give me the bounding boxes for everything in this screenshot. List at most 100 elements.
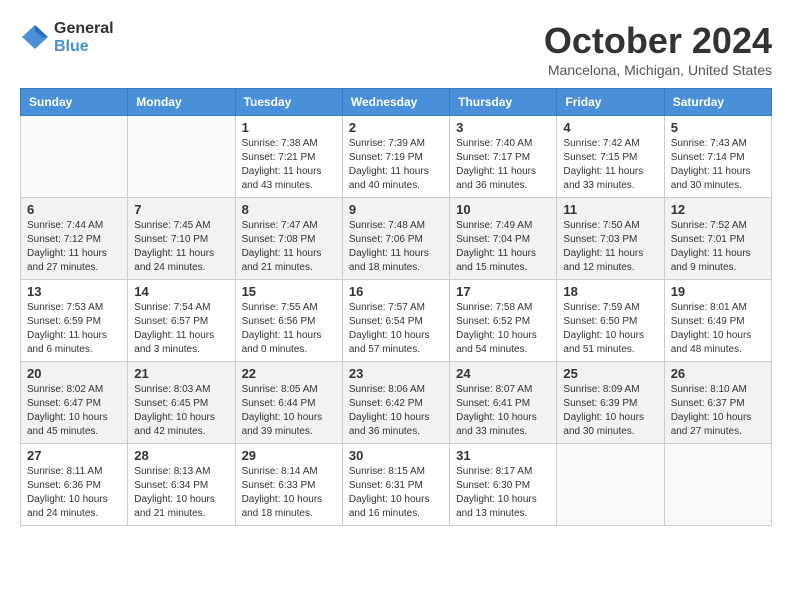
day-cell-26: 26 Sunrise: 8:10 AM Sunset: 6:37 PM Dayl… bbox=[664, 362, 771, 444]
day-info: Sunrise: 7:50 AM Sunset: 7:03 PM Dayligh… bbox=[563, 219, 657, 275]
sunrise-label: Sunrise: 7:58 AM bbox=[456, 302, 532, 313]
empty-cell bbox=[664, 444, 771, 526]
day-cell-17: 17 Sunrise: 7:58 AM Sunset: 6:52 PM Dayl… bbox=[450, 280, 557, 362]
day-number: 20 bbox=[27, 366, 121, 381]
daylight-label: Daylight: 10 hours and 27 minutes. bbox=[671, 412, 752, 437]
sunset-label: Sunset: 7:04 PM bbox=[456, 234, 530, 245]
day-cell-4: 4 Sunrise: 7:42 AM Sunset: 7:15 PM Dayli… bbox=[557, 116, 664, 198]
day-cell-11: 11 Sunrise: 7:50 AM Sunset: 7:03 PM Dayl… bbox=[557, 198, 664, 280]
sunrise-label: Sunrise: 8:13 AM bbox=[134, 466, 210, 477]
day-info: Sunrise: 8:03 AM Sunset: 6:45 PM Dayligh… bbox=[134, 383, 228, 439]
sunset-label: Sunset: 6:30 PM bbox=[456, 480, 530, 491]
daylight-label: Daylight: 10 hours and 24 minutes. bbox=[27, 494, 108, 519]
day-info: Sunrise: 8:11 AM Sunset: 6:36 PM Dayligh… bbox=[27, 465, 121, 521]
sunset-label: Sunset: 6:37 PM bbox=[671, 398, 745, 409]
day-info: Sunrise: 8:05 AM Sunset: 6:44 PM Dayligh… bbox=[242, 383, 336, 439]
day-number: 21 bbox=[134, 366, 228, 381]
sunrise-label: Sunrise: 8:17 AM bbox=[456, 466, 532, 477]
day-number: 24 bbox=[456, 366, 550, 381]
daylight-label: Daylight: 10 hours and 57 minutes. bbox=[349, 330, 430, 355]
day-cell-5: 5 Sunrise: 7:43 AM Sunset: 7:14 PM Dayli… bbox=[664, 116, 771, 198]
day-number: 19 bbox=[671, 284, 765, 299]
sunset-label: Sunset: 6:34 PM bbox=[134, 480, 208, 491]
day-number: 12 bbox=[671, 202, 765, 217]
daylight-label: Daylight: 11 hours and 30 minutes. bbox=[671, 166, 751, 191]
day-info: Sunrise: 7:44 AM Sunset: 7:12 PM Dayligh… bbox=[27, 219, 121, 275]
daylight-label: Daylight: 10 hours and 45 minutes. bbox=[27, 412, 108, 437]
day-number: 3 bbox=[456, 120, 550, 135]
daylight-label: Daylight: 11 hours and 27 minutes. bbox=[27, 248, 107, 273]
sunrise-label: Sunrise: 8:06 AM bbox=[349, 384, 425, 395]
sunset-label: Sunset: 7:06 PM bbox=[349, 234, 423, 245]
sunrise-label: Sunrise: 7:44 AM bbox=[27, 220, 103, 231]
daylight-label: Daylight: 11 hours and 36 minutes. bbox=[456, 166, 536, 191]
sunrise-label: Sunrise: 8:02 AM bbox=[27, 384, 103, 395]
sunset-label: Sunset: 6:36 PM bbox=[27, 480, 101, 491]
day-number: 10 bbox=[456, 202, 550, 217]
day-cell-24: 24 Sunrise: 8:07 AM Sunset: 6:41 PM Dayl… bbox=[450, 362, 557, 444]
sunrise-label: Sunrise: 7:39 AM bbox=[349, 138, 425, 149]
daylight-label: Daylight: 10 hours and 39 minutes. bbox=[242, 412, 323, 437]
sunrise-label: Sunrise: 7:52 AM bbox=[671, 220, 747, 231]
logo: General Blue bbox=[20, 20, 114, 55]
calendar-week-row: 6 Sunrise: 7:44 AM Sunset: 7:12 PM Dayli… bbox=[21, 198, 772, 280]
day-number: 13 bbox=[27, 284, 121, 299]
sunrise-label: Sunrise: 7:55 AM bbox=[242, 302, 318, 313]
empty-cell bbox=[128, 116, 235, 198]
sunset-label: Sunset: 6:39 PM bbox=[563, 398, 637, 409]
day-cell-6: 6 Sunrise: 7:44 AM Sunset: 7:12 PM Dayli… bbox=[21, 198, 128, 280]
empty-cell bbox=[21, 116, 128, 198]
day-info: Sunrise: 8:07 AM Sunset: 6:41 PM Dayligh… bbox=[456, 383, 550, 439]
sunrise-label: Sunrise: 7:43 AM bbox=[671, 138, 747, 149]
sunset-label: Sunset: 6:54 PM bbox=[349, 316, 423, 327]
day-info: Sunrise: 8:13 AM Sunset: 6:34 PM Dayligh… bbox=[134, 465, 228, 521]
location: Mancelona, Michigan, United States bbox=[544, 62, 772, 78]
daylight-label: Daylight: 11 hours and 3 minutes. bbox=[134, 330, 214, 355]
sunset-label: Sunset: 6:59 PM bbox=[27, 316, 101, 327]
day-cell-20: 20 Sunrise: 8:02 AM Sunset: 6:47 PM Dayl… bbox=[21, 362, 128, 444]
calendar-week-row: 20 Sunrise: 8:02 AM Sunset: 6:47 PM Dayl… bbox=[21, 362, 772, 444]
daylight-label: Daylight: 11 hours and 18 minutes. bbox=[349, 248, 429, 273]
daylight-label: Daylight: 10 hours and 16 minutes. bbox=[349, 494, 430, 519]
sunrise-label: Sunrise: 8:10 AM bbox=[671, 384, 747, 395]
sunrise-label: Sunrise: 7:59 AM bbox=[563, 302, 639, 313]
sunset-label: Sunset: 6:33 PM bbox=[242, 480, 316, 491]
day-cell-22: 22 Sunrise: 8:05 AM Sunset: 6:44 PM Dayl… bbox=[235, 362, 342, 444]
daylight-label: Daylight: 10 hours and 18 minutes. bbox=[242, 494, 323, 519]
day-header-saturday: Saturday bbox=[664, 89, 771, 116]
daylight-label: Daylight: 10 hours and 51 minutes. bbox=[563, 330, 644, 355]
day-info: Sunrise: 7:47 AM Sunset: 7:08 PM Dayligh… bbox=[242, 219, 336, 275]
day-cell-1: 1 Sunrise: 7:38 AM Sunset: 7:21 PM Dayli… bbox=[235, 116, 342, 198]
day-number: 6 bbox=[27, 202, 121, 217]
day-cell-27: 27 Sunrise: 8:11 AM Sunset: 6:36 PM Dayl… bbox=[21, 444, 128, 526]
day-cell-29: 29 Sunrise: 8:14 AM Sunset: 6:33 PM Dayl… bbox=[235, 444, 342, 526]
day-cell-21: 21 Sunrise: 8:03 AM Sunset: 6:45 PM Dayl… bbox=[128, 362, 235, 444]
day-info: Sunrise: 7:39 AM Sunset: 7:19 PM Dayligh… bbox=[349, 137, 443, 193]
day-info: Sunrise: 7:38 AM Sunset: 7:21 PM Dayligh… bbox=[242, 137, 336, 193]
sunset-label: Sunset: 6:44 PM bbox=[242, 398, 316, 409]
calendar-week-row: 13 Sunrise: 7:53 AM Sunset: 6:59 PM Dayl… bbox=[21, 280, 772, 362]
day-number: 8 bbox=[242, 202, 336, 217]
sunrise-label: Sunrise: 7:48 AM bbox=[349, 220, 425, 231]
daylight-label: Daylight: 11 hours and 24 minutes. bbox=[134, 248, 214, 273]
daylight-label: Daylight: 11 hours and 21 minutes. bbox=[242, 248, 322, 273]
day-cell-10: 10 Sunrise: 7:49 AM Sunset: 7:04 PM Dayl… bbox=[450, 198, 557, 280]
day-info: Sunrise: 8:02 AM Sunset: 6:47 PM Dayligh… bbox=[27, 383, 121, 439]
title-area: October 2024 Mancelona, Michigan, United… bbox=[544, 20, 772, 78]
day-number: 15 bbox=[242, 284, 336, 299]
day-cell-8: 8 Sunrise: 7:47 AM Sunset: 7:08 PM Dayli… bbox=[235, 198, 342, 280]
day-info: Sunrise: 7:57 AM Sunset: 6:54 PM Dayligh… bbox=[349, 301, 443, 357]
sunrise-label: Sunrise: 7:47 AM bbox=[242, 220, 318, 231]
day-number: 17 bbox=[456, 284, 550, 299]
logo-blue: Blue bbox=[54, 38, 114, 56]
logo-icon bbox=[20, 23, 50, 53]
day-cell-15: 15 Sunrise: 7:55 AM Sunset: 6:56 PM Dayl… bbox=[235, 280, 342, 362]
day-cell-25: 25 Sunrise: 8:09 AM Sunset: 6:39 PM Dayl… bbox=[557, 362, 664, 444]
sunrise-label: Sunrise: 7:50 AM bbox=[563, 220, 639, 231]
day-cell-31: 31 Sunrise: 8:17 AM Sunset: 6:30 PM Dayl… bbox=[450, 444, 557, 526]
day-number: 1 bbox=[242, 120, 336, 135]
sunrise-label: Sunrise: 7:53 AM bbox=[27, 302, 103, 313]
sunrise-label: Sunrise: 8:03 AM bbox=[134, 384, 210, 395]
sunset-label: Sunset: 6:31 PM bbox=[349, 480, 423, 491]
day-cell-12: 12 Sunrise: 7:52 AM Sunset: 7:01 PM Dayl… bbox=[664, 198, 771, 280]
